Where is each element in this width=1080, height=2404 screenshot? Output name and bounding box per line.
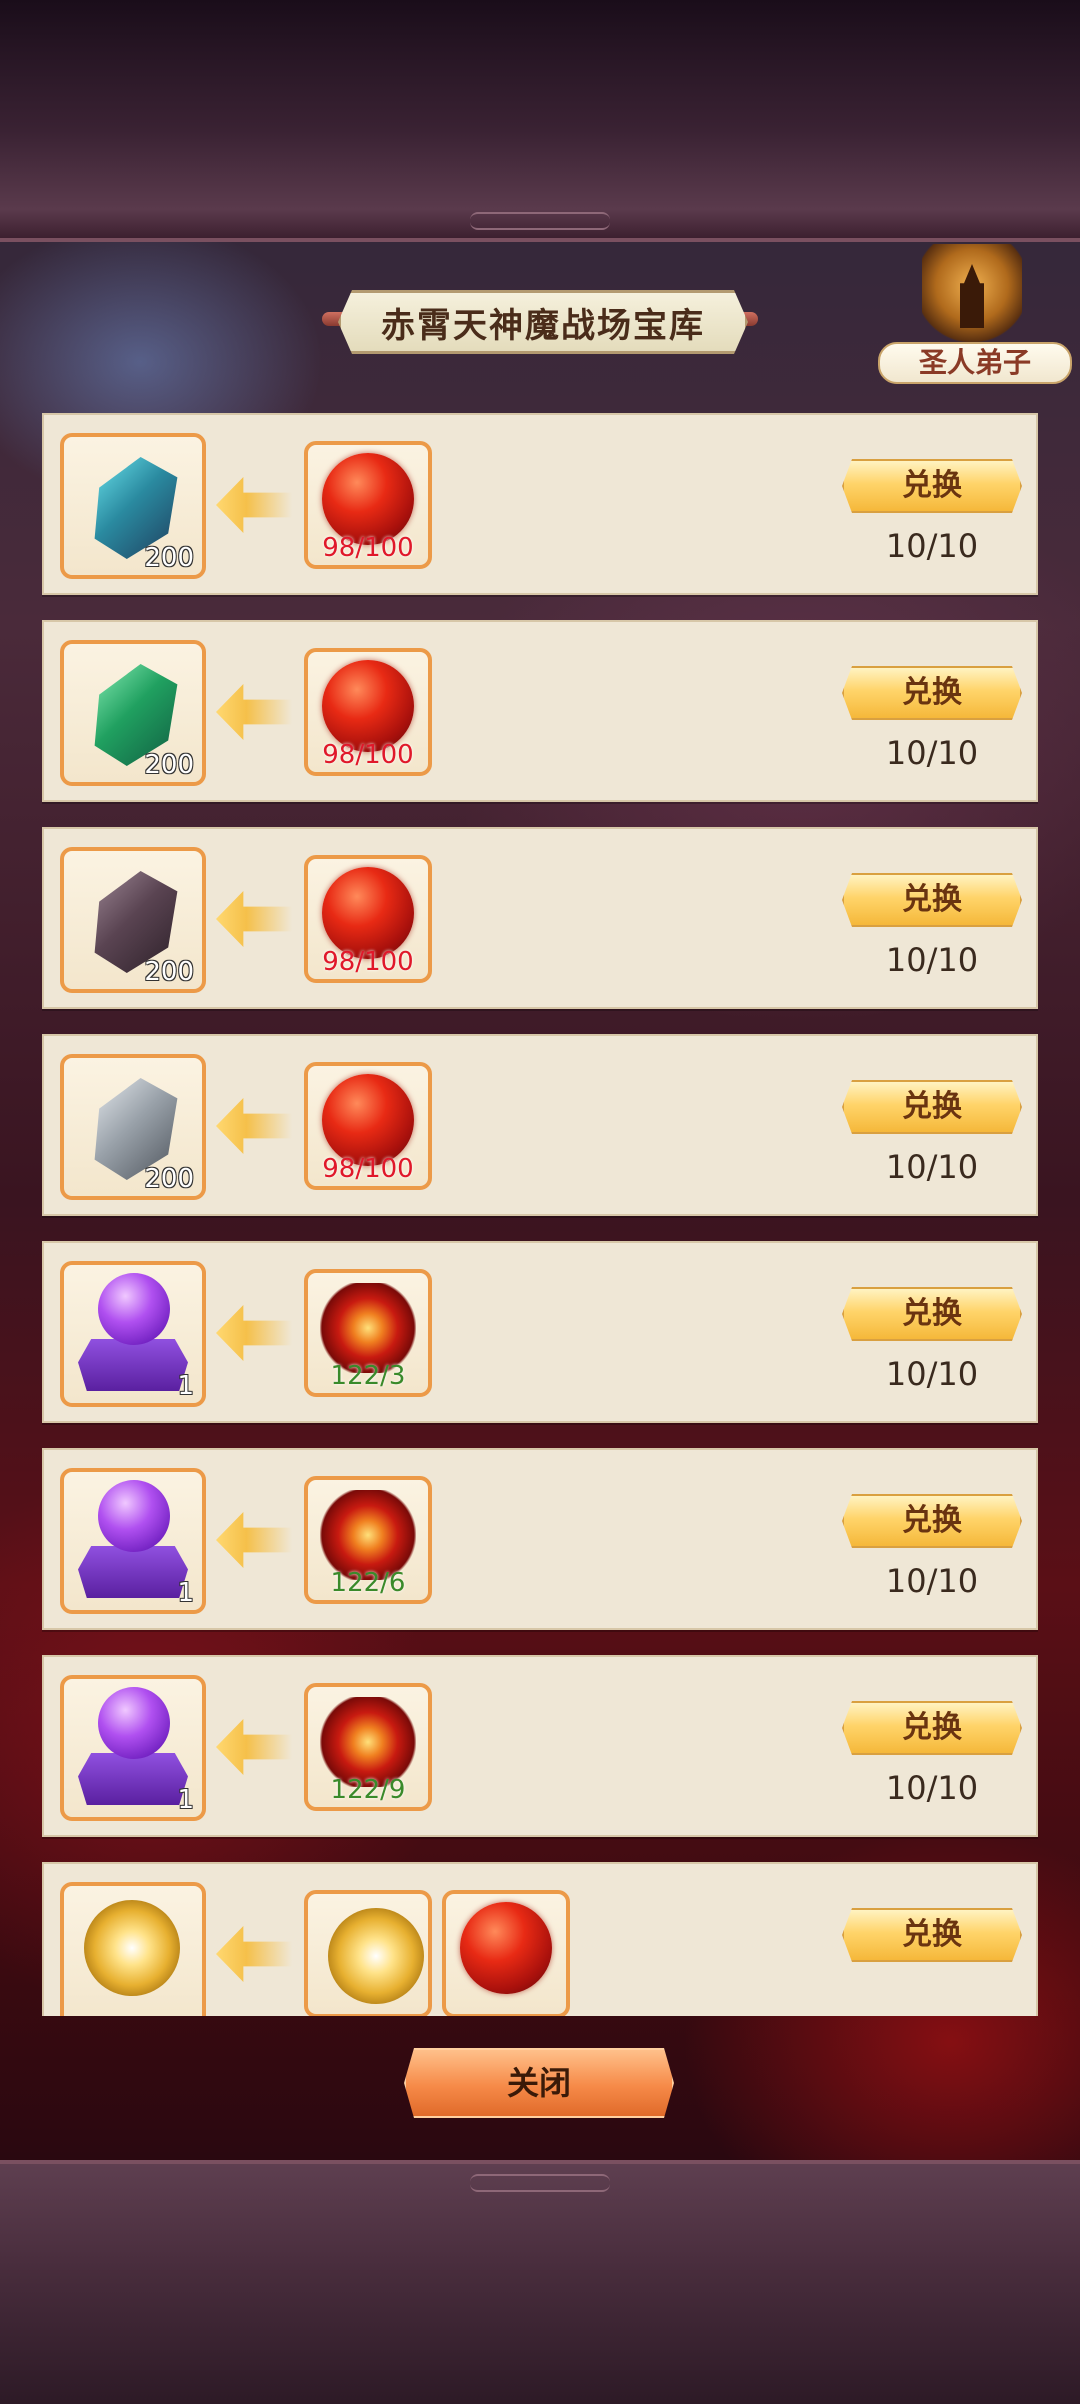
cost-slot[interactable] bbox=[304, 1890, 432, 2016]
reward-slot[interactable]: 1 bbox=[60, 1675, 206, 1821]
reward-slot[interactable]: 1 bbox=[60, 1468, 206, 1614]
exchange-limit: 10/10 bbox=[885, 734, 979, 772]
exchange-button[interactable]: 兑换 bbox=[842, 1287, 1022, 1341]
cost-slot[interactable]: 98/100 bbox=[304, 648, 432, 776]
exchange-row: 1 122/9 兑换 10/10 bbox=[42, 1655, 1038, 1837]
red-orb-icon bbox=[322, 867, 414, 959]
exchange-row: 1 122/6 兑换 10/10 bbox=[42, 1448, 1038, 1630]
reward-slot[interactable]: 200 bbox=[60, 433, 206, 579]
exchange-button[interactable]: 兑换 bbox=[842, 1494, 1022, 1548]
exchange-limit: 10/10 bbox=[885, 1769, 979, 1807]
reward-slot[interactable]: 1 bbox=[60, 1261, 206, 1407]
cost-slot[interactable]: 122/6 bbox=[304, 1476, 432, 1604]
arrow-left-icon bbox=[216, 477, 292, 533]
exchange-button[interactable]: 兑换 bbox=[842, 666, 1022, 720]
fire-seal-icon bbox=[320, 1490, 416, 1580]
arrow-left-icon bbox=[216, 1926, 292, 1982]
red-orb-icon bbox=[322, 1074, 414, 1166]
exchange-button[interactable]: 兑换 bbox=[842, 459, 1022, 513]
reward-slot[interactable]: 200 bbox=[60, 1054, 206, 1200]
red-orb-icon bbox=[322, 453, 414, 545]
cost-slot[interactable] bbox=[442, 1890, 570, 2016]
close-button[interactable]: 关闭 bbox=[404, 2048, 674, 2118]
top-frame bbox=[0, 0, 1080, 242]
exchange-row: 兑换 bbox=[42, 1862, 1038, 2016]
reward-count: 1 bbox=[177, 1371, 194, 1401]
reward-count: 200 bbox=[144, 750, 194, 780]
cost-slot[interactable]: 122/9 bbox=[304, 1683, 432, 1811]
exchange-list[interactable]: 200 98/100 兑换 10/10 200 98/100 兑换 10/10 200 98/10… bbox=[42, 398, 1038, 2016]
top-ornament bbox=[470, 212, 610, 230]
purple-crystal-ball-icon bbox=[98, 1480, 170, 1552]
fire-seal-icon bbox=[320, 1283, 416, 1373]
tower-icon bbox=[922, 244, 1022, 348]
bottom-frame bbox=[0, 2160, 1080, 2404]
crystal-stand-icon bbox=[78, 1753, 188, 1805]
reward-slot[interactable]: 200 bbox=[60, 640, 206, 786]
exchange-limit: 10/10 bbox=[885, 1148, 979, 1186]
crystal-stand-icon bbox=[78, 1546, 188, 1598]
reward-count: 1 bbox=[177, 1578, 194, 1608]
cost-amount: 98/100 bbox=[322, 740, 414, 770]
cost-slot[interactable]: 98/100 bbox=[304, 1062, 432, 1190]
exchange-button[interactable]: 兑换 bbox=[842, 1080, 1022, 1134]
reward-count: 200 bbox=[144, 957, 194, 987]
reward-count: 1 bbox=[177, 1785, 194, 1815]
cost-slot[interactable]: 98/100 bbox=[304, 441, 432, 569]
exchange-limit: 10/10 bbox=[885, 1355, 979, 1393]
cost-amount: 98/100 bbox=[322, 533, 414, 563]
reward-slot[interactable]: 200 bbox=[60, 847, 206, 993]
red-orb-icon bbox=[460, 1902, 552, 1994]
exchange-row: 200 98/100 兑换 10/10 bbox=[42, 413, 1038, 595]
exchange-button[interactable]: 兑换 bbox=[842, 1908, 1022, 1962]
cost-amount: 122/3 bbox=[330, 1361, 406, 1391]
cost-amount: 98/100 bbox=[322, 947, 414, 977]
reward-count: 200 bbox=[144, 543, 194, 573]
bottom-ornament bbox=[470, 2174, 610, 2192]
rank-badge-label: 圣人弟子 bbox=[878, 342, 1072, 384]
rank-badge[interactable]: 圣人弟子 bbox=[878, 244, 1072, 384]
exchange-row: 200 98/100 兑换 10/10 bbox=[42, 827, 1038, 1009]
exchange-row: 200 98/100 兑换 10/10 bbox=[42, 1034, 1038, 1216]
fire-seal-icon bbox=[320, 1697, 416, 1787]
arrow-left-icon bbox=[216, 684, 292, 740]
cost-slot[interactable]: 122/3 bbox=[304, 1269, 432, 1397]
arrow-left-icon bbox=[216, 1305, 292, 1361]
page-title: 赤霄天神魔战场宝库 bbox=[338, 290, 748, 354]
crystal-stand-icon bbox=[78, 1339, 188, 1391]
arrow-left-icon bbox=[216, 1098, 292, 1154]
red-orb-icon bbox=[322, 660, 414, 752]
reward-count: 200 bbox=[144, 1164, 194, 1194]
arrow-left-icon bbox=[216, 891, 292, 947]
exchange-button[interactable]: 兑换 bbox=[842, 1701, 1022, 1755]
purple-crystal-ball-icon bbox=[98, 1687, 170, 1759]
exchange-row: 1 122/3 兑换 10/10 bbox=[42, 1241, 1038, 1423]
cost-amount: 122/9 bbox=[330, 1775, 406, 1805]
cost-slot[interactable]: 98/100 bbox=[304, 855, 432, 983]
purple-crystal-ball-icon bbox=[98, 1273, 170, 1345]
exchange-limit: 10/10 bbox=[885, 1562, 979, 1600]
reward-slot[interactable] bbox=[60, 1882, 206, 2016]
gold-flower-icon bbox=[84, 1900, 180, 1996]
cost-amount: 122/6 bbox=[330, 1568, 406, 1598]
exchange-row: 200 98/100 兑换 10/10 bbox=[42, 620, 1038, 802]
exchange-button[interactable]: 兑换 bbox=[842, 873, 1022, 927]
arrow-left-icon bbox=[216, 1719, 292, 1775]
arrow-left-icon bbox=[216, 1512, 292, 1568]
exchange-limit: 10/10 bbox=[885, 941, 979, 979]
exchange-limit: 10/10 bbox=[885, 527, 979, 565]
gold-flower-icon bbox=[328, 1908, 424, 2004]
cost-amount: 98/100 bbox=[322, 1154, 414, 1184]
